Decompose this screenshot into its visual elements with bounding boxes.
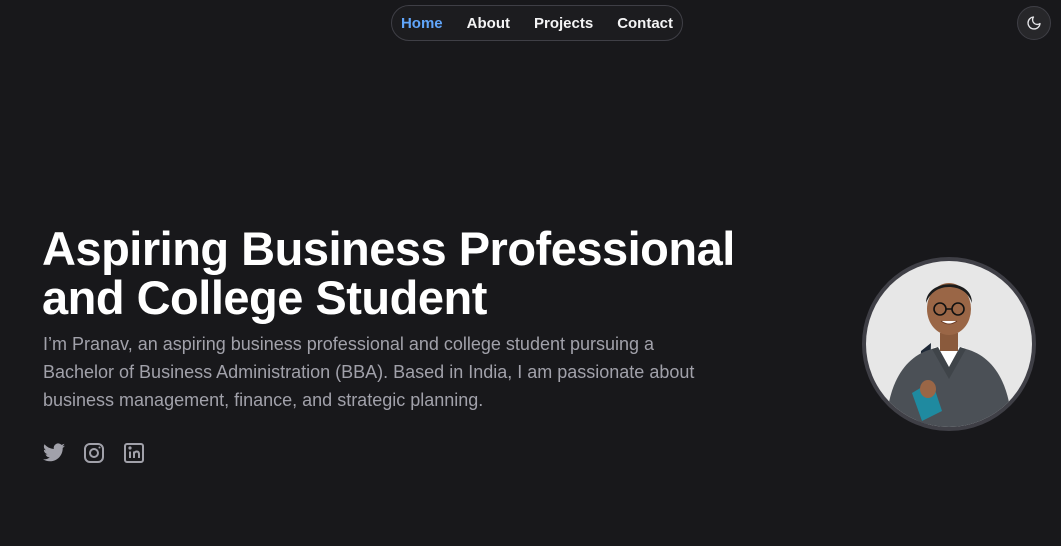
twitter-icon xyxy=(43,443,65,462)
hero-description: I’m Pranav, an aspiring business profess… xyxy=(43,330,763,414)
linkedin-icon xyxy=(124,443,144,463)
theme-toggle-button[interactable] xyxy=(1017,6,1051,40)
page: Home About Projects Contact Aspiring Bus… xyxy=(0,0,1061,546)
hero-title-line: Aspiring Business Professional xyxy=(42,222,735,275)
avatar xyxy=(862,257,1036,431)
nav-contact-link[interactable]: Contact xyxy=(617,15,673,32)
nav-about-link[interactable]: About xyxy=(467,15,510,32)
nav-home-link[interactable]: Home xyxy=(401,15,443,32)
moon-icon xyxy=(1027,16,1041,30)
hero-title-line: and College Student xyxy=(42,271,487,324)
social-links xyxy=(42,441,146,465)
hero-description-line: I’m Pranav, an aspiring business profess… xyxy=(43,334,655,354)
instagram-icon xyxy=(84,443,104,463)
top-nav: Home About Projects Contact xyxy=(391,5,683,41)
twitter-link[interactable] xyxy=(42,441,66,465)
linkedin-link[interactable] xyxy=(122,441,146,465)
nav-projects-link[interactable]: Projects xyxy=(534,15,593,32)
hero-title: Aspiring Business Professional and Colle… xyxy=(42,224,802,322)
instagram-link[interactable] xyxy=(82,441,106,465)
hero-description-line: business management, finance, and strate… xyxy=(43,390,484,410)
hero-description-line: Bachelor of Business Administration (BBA… xyxy=(43,362,695,382)
profile-photo xyxy=(866,261,1032,427)
